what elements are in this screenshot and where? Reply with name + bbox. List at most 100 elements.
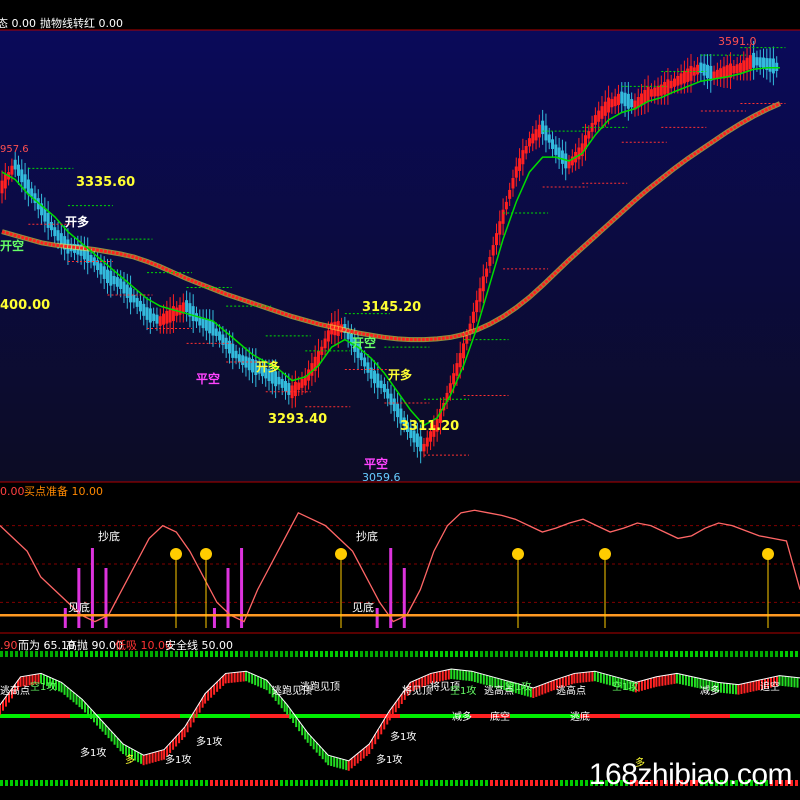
signal-strip-bottom <box>35 780 38 786</box>
candle-body <box>396 403 400 418</box>
signal-strip-top <box>625 651 628 657</box>
signal-strip-bottom <box>425 780 428 786</box>
smiley-icon <box>170 548 182 560</box>
chart-canvas: 状态 0.00 抛物线转红 0.00 3591.0 3335.60 400.00 31… <box>0 14 800 800</box>
signal-strip-top <box>335 651 338 657</box>
signal-strip-top <box>745 651 748 657</box>
candle-body <box>551 139 555 149</box>
candle-body <box>471 311 475 323</box>
signal-strip-top <box>490 651 493 657</box>
signal-label: 平空 <box>196 371 220 386</box>
signal-strip-bottom <box>535 780 538 786</box>
signal-strip-bottom <box>250 780 253 786</box>
candle-body <box>498 221 502 235</box>
candle-body <box>630 99 634 108</box>
volume-bar <box>104 568 108 628</box>
candle-body <box>287 383 291 395</box>
sub2-annotation: 逃底 <box>570 710 590 723</box>
signal-strip-bottom <box>70 780 73 786</box>
volume-bar <box>375 608 379 628</box>
signal-strip-bottom <box>465 780 468 786</box>
candle-body <box>425 437 429 447</box>
signal-strip-top <box>505 651 508 657</box>
candle-body <box>485 268 489 277</box>
signal-strip-top <box>55 651 58 657</box>
candle-body <box>610 99 614 108</box>
signal-strip-top <box>150 651 153 657</box>
sub2-annotation: 多1攻 <box>376 753 402 766</box>
signal-strip-top <box>410 651 413 657</box>
candle-body <box>771 58 775 74</box>
signal-strip-bottom <box>345 780 348 786</box>
signal-strip-top <box>510 651 513 657</box>
candle-body <box>379 380 383 389</box>
sub2-annotation: 空1攻 <box>30 680 56 693</box>
signal-label: 开多 <box>256 359 280 374</box>
candle-body <box>488 256 492 266</box>
candle-body <box>419 436 423 452</box>
signal-strip-bottom <box>170 780 173 786</box>
sub1-annotation: 抄底 <box>356 529 378 543</box>
candle-body <box>323 338 327 349</box>
signal-strip-top <box>185 651 188 657</box>
candle-body <box>415 433 419 447</box>
signal-strip-top <box>5 651 8 657</box>
signal-strip-top <box>515 651 518 657</box>
signal-strip-bottom <box>15 780 18 786</box>
signal-strip-top <box>270 651 273 657</box>
signal-strip-bottom <box>145 780 148 786</box>
candle-body <box>689 65 693 81</box>
signal-strip-bottom <box>50 780 53 786</box>
candle-body <box>607 97 611 113</box>
sub-panel-1-bg <box>0 483 800 633</box>
signal-strip-top <box>775 651 778 657</box>
signal-strip-top <box>0 651 3 657</box>
signal-strip-bottom <box>225 780 228 786</box>
candle-body <box>567 160 571 169</box>
candle-body <box>185 300 189 313</box>
sub2-annotation: 多1攻 <box>165 753 191 766</box>
signal-strip-top <box>280 651 283 657</box>
candle-body <box>277 376 281 385</box>
candle-body <box>768 58 772 72</box>
signal-strip-top <box>790 651 793 657</box>
signal-strip-bottom <box>210 780 213 786</box>
candle-body <box>241 355 245 365</box>
signal-strip-top <box>665 651 668 657</box>
signal-strip-top <box>350 651 353 657</box>
signal-strip-top <box>385 651 388 657</box>
signal-strip-top <box>180 651 183 657</box>
signal-strip-top <box>500 651 503 657</box>
candle-body <box>145 307 149 320</box>
signal-strip-top <box>595 651 598 657</box>
signal-strip-top <box>240 651 243 657</box>
signal-strip-top <box>645 651 648 657</box>
candle-body <box>237 354 241 363</box>
signal-strip-bottom <box>115 780 118 786</box>
candle-body <box>593 115 597 125</box>
signal-strip-top <box>255 651 258 657</box>
candle-body <box>514 166 518 178</box>
signal-strip-top <box>605 651 608 657</box>
header-status: 状态 0.00 <box>0 16 36 30</box>
price-label: 3335.60 <box>76 175 135 190</box>
signal-strip-bottom <box>525 780 528 786</box>
candle-body <box>702 63 706 76</box>
signal-strip-bottom <box>485 780 488 786</box>
signal-strip-bottom <box>340 780 343 786</box>
candle-body <box>603 101 607 116</box>
sub1-annotation: 见底 <box>68 600 90 614</box>
candle-body <box>386 388 390 399</box>
signal-strip-bottom <box>190 780 193 786</box>
signal-strip-bottom <box>65 780 68 786</box>
signal-strip-bottom <box>150 780 153 786</box>
signal-strip-bottom <box>290 780 293 786</box>
signal-strip-top <box>575 651 578 657</box>
signal-strip-bottom <box>0 780 3 786</box>
signal-strip-bottom <box>125 780 128 786</box>
signal-strip-top <box>495 651 498 657</box>
signal-strip-bottom <box>570 780 573 786</box>
candle-body <box>363 357 367 367</box>
signal-strip-top <box>725 651 728 657</box>
signal-strip-top <box>455 651 458 657</box>
